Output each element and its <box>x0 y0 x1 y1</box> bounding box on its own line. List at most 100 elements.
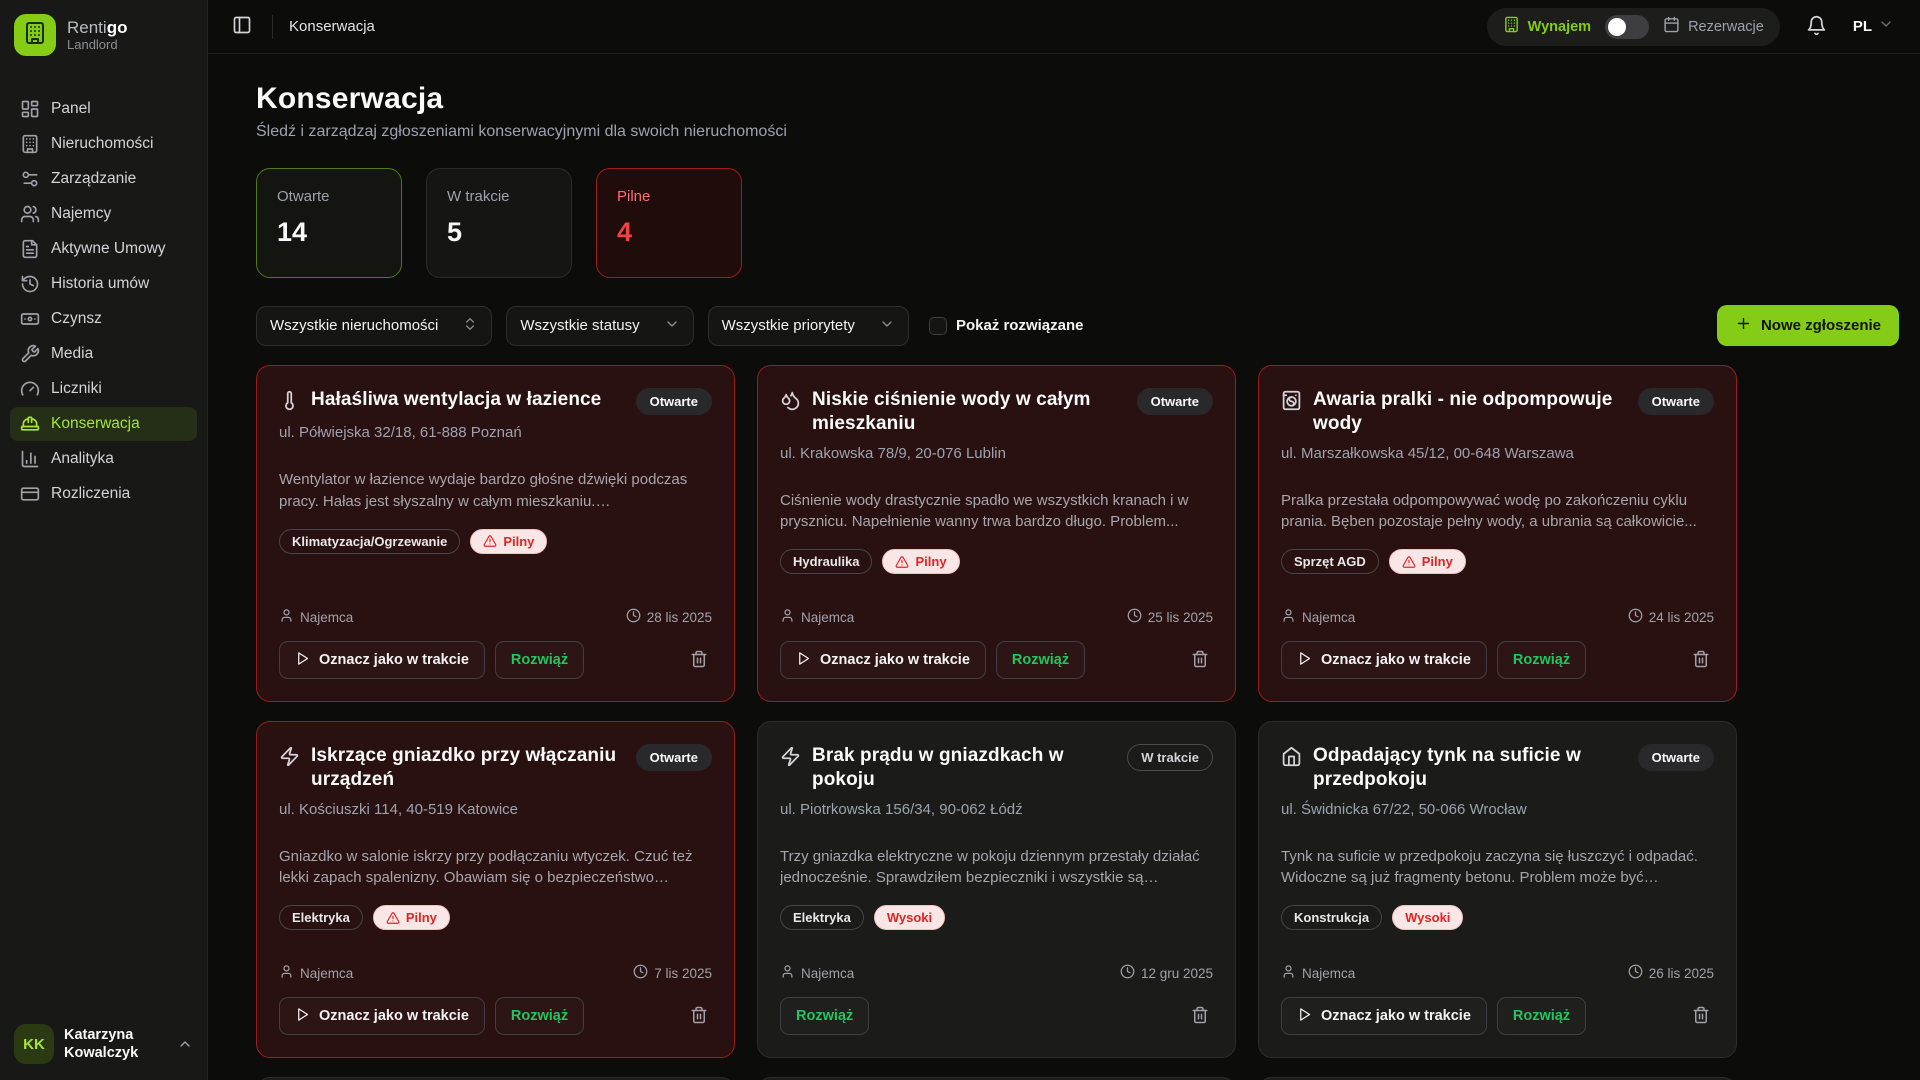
priority-filter-select[interactable]: Wszystkie priorytety <box>708 306 909 346</box>
mark-in-progress-button[interactable]: Oznacz jako w trakcie <box>279 997 485 1035</box>
card-description: Gniazdko w salonie iskrzy przy podłączan… <box>279 846 712 890</box>
sidebar-item-konserwacja[interactable]: Konserwacja <box>10 407 197 441</box>
mode-toggle[interactable] <box>1605 15 1649 39</box>
card-tags: Sprzęt AGD Pilny <box>1281 549 1714 574</box>
bell-icon <box>1806 15 1827 39</box>
alert-triangle-icon <box>895 555 909 569</box>
sliders-icon <box>20 169 40 189</box>
delete-button[interactable] <box>1187 646 1213 675</box>
trash-icon <box>1191 650 1209 671</box>
sidebar-item-historia-umów[interactable]: Historia umów <box>10 267 197 301</box>
maintenance-card: Odpadający tynk na suficie w przedpokoju… <box>1258 721 1737 1058</box>
card-tags: Klimatyzacja/Ogrzewanie Pilny <box>279 529 712 554</box>
card-title: Brak prądu w gniazdkach w pokoju <box>812 744 1116 792</box>
mark-in-progress-button[interactable]: Oznacz jako w trakcie <box>1281 997 1487 1035</box>
calendar-icon <box>1663 16 1680 37</box>
show-resolved-label: Pokaż rozwiązane <box>956 317 1084 334</box>
mark-in-progress-button[interactable]: Oznacz jako w trakcie <box>1281 641 1487 679</box>
clock-icon <box>1120 964 1135 982</box>
sidebar-item-czynsz[interactable]: Czynsz <box>10 302 197 336</box>
priority-tag: Pilny <box>470 529 547 554</box>
status-badge: Otwarte <box>1638 744 1714 771</box>
sidebar: Rentigo Landlord Panel Nieruchomości Zar… <box>0 0 208 1080</box>
panel-left-icon <box>232 15 252 38</box>
user-icon <box>1281 608 1296 626</box>
notifications-button[interactable] <box>1802 11 1831 43</box>
maintenance-card: Iskrzące gniazdko przy włączaniu urządze… <box>256 721 735 1058</box>
user-name: Katarzyna Kowalczyk <box>64 1026 160 1062</box>
card-title: Hałaśliwa wentylacja w łazience <box>311 388 625 412</box>
user-menu[interactable]: KK Katarzyna Kowalczyk <box>0 1010 207 1080</box>
sidebar-item-liczniki[interactable]: Liczniki <box>10 372 197 406</box>
reporter: Najemca <box>1281 964 1355 982</box>
topbar: Konserwacja Wynajem Rezerwacje <box>208 0 1920 54</box>
mode-switcher: Wynajem Rezerwacje <box>1487 8 1780 46</box>
brand-name: Rentigo <box>67 18 127 38</box>
chevron-down-icon <box>879 316 895 336</box>
stat-urgent: Pilne 4 <box>596 168 742 278</box>
sidebar-toggle-button[interactable] <box>228 11 256 42</box>
show-resolved-checkbox-row[interactable]: Pokaż rozwiązane <box>929 317 1084 335</box>
new-request-button[interactable]: Nowe zgłoszenie <box>1717 305 1899 346</box>
card-title: Odpadający tynk na suficie w przedpokoju <box>1313 744 1627 792</box>
topbar-divider <box>272 15 273 39</box>
chevron-down-icon <box>1878 16 1894 37</box>
sidebar-item-nieruchomości[interactable]: Nieruchomości <box>10 127 197 161</box>
sidebar-item-media[interactable]: Media <box>10 337 197 371</box>
report-date: 7 lis 2025 <box>633 964 712 982</box>
page-subtitle: Śledź i zarządzaj zgłoszeniami konserwac… <box>256 123 1899 141</box>
mode-rent[interactable]: Wynajem <box>1503 16 1591 37</box>
delete-button[interactable] <box>686 646 712 675</box>
category-tag: Elektryka <box>780 905 864 930</box>
history-icon <box>20 274 40 294</box>
resolve-button[interactable]: Rozwiąż <box>996 641 1085 679</box>
requests-grid: Hałaśliwa wentylacja w łazience Otwarte … <box>256 365 1899 1080</box>
card-address: ul. Krakowska 78/9, 20-076 Lublin <box>780 445 1213 462</box>
delete-button[interactable] <box>1688 1002 1714 1031</box>
brand: Rentigo Landlord <box>0 0 207 66</box>
sidebar-item-analityka[interactable]: Analityka <box>10 442 197 476</box>
resolve-button[interactable]: Rozwiąż <box>495 997 584 1035</box>
sidebar-item-rozliczenia[interactable]: Rozliczenia <box>10 477 197 511</box>
mode-booking[interactable]: Rezerwacje <box>1663 16 1764 37</box>
gauge-icon <box>20 379 40 399</box>
show-resolved-checkbox[interactable] <box>929 317 947 335</box>
user-icon <box>1281 964 1296 982</box>
resolve-button[interactable]: Rozwiąż <box>780 997 869 1035</box>
resolve-button[interactable]: Rozwiąż <box>1497 997 1586 1035</box>
language-selector[interactable]: PL <box>1853 16 1894 37</box>
delete-button[interactable] <box>686 1002 712 1031</box>
reporter: Najemca <box>780 608 854 626</box>
card-actions: Oznacz jako w trakcie Rozwiąż <box>279 641 712 679</box>
sidebar-item-zarządzanie[interactable]: Zarządzanie <box>10 162 197 196</box>
category-tag: Sprzęt AGD <box>1281 549 1379 574</box>
card-address: ul. Świdnicka 67/22, 50-066 Wrocław <box>1281 801 1714 818</box>
category-tag: Hydraulika <box>780 549 872 574</box>
file-text-icon <box>20 239 40 259</box>
delete-button[interactable] <box>1187 1002 1213 1031</box>
delete-button[interactable] <box>1688 646 1714 675</box>
chevron-up-icon[interactable] <box>177 1036 193 1052</box>
resolve-button[interactable]: Rozwiąż <box>495 641 584 679</box>
report-date: 26 lis 2025 <box>1628 964 1714 982</box>
alert-triangle-icon <box>1402 555 1416 569</box>
plus-icon <box>1735 315 1752 336</box>
property-filter-select[interactable]: Wszystkie nieruchomości <box>256 306 492 346</box>
sidebar-item-panel[interactable]: Panel <box>10 92 197 126</box>
mark-in-progress-button[interactable]: Oznacz jako w trakcie <box>279 641 485 679</box>
priority-tag: Pilny <box>373 905 450 930</box>
play-icon <box>796 651 811 670</box>
card-tags: Elektryka Pilny <box>279 905 712 930</box>
building-icon <box>20 134 40 154</box>
status-filter-select[interactable]: Wszystkie statusy <box>506 306 693 346</box>
trash-icon <box>1692 1006 1710 1027</box>
sidebar-item-najemcy[interactable]: Najemcy <box>10 197 197 231</box>
maintenance-card: Brak prądu w gniazdkach w pokoju W trakc… <box>757 721 1236 1058</box>
sidebar-item-aktywne-umowy[interactable]: Aktywne Umowy <box>10 232 197 266</box>
priority-tag: Wysoki <box>1392 905 1463 930</box>
mark-in-progress-button[interactable]: Oznacz jako w trakcie <box>780 641 986 679</box>
resolve-button[interactable]: Rozwiąż <box>1497 641 1586 679</box>
card-description: Tynk na suficie w przedpokoju zaczyna si… <box>1281 846 1714 890</box>
card-actions: Oznacz jako w trakcie Rozwiąż <box>279 997 712 1035</box>
card-address: ul. Marszałkowska 45/12, 00-648 Warszawa <box>1281 445 1714 462</box>
